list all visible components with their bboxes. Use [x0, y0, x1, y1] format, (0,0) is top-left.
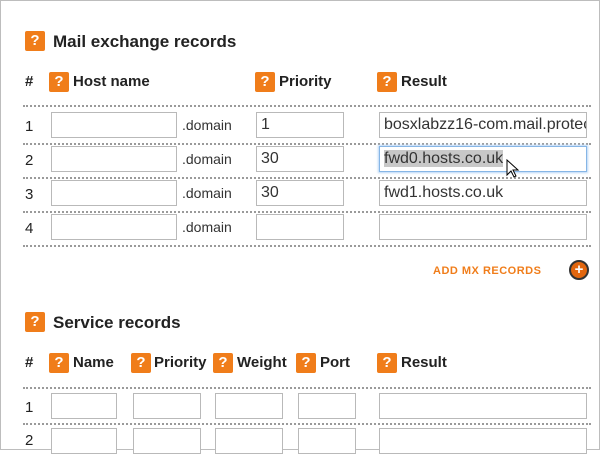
mx-priority-input[interactable]	[256, 214, 344, 240]
srv-priority-input[interactable]	[133, 428, 201, 454]
mx-priority-input[interactable]: 30	[256, 146, 344, 172]
srv-row-number: 2	[25, 432, 34, 449]
mx-host-input[interactable]	[51, 146, 177, 172]
mx-header-priority: Priority	[279, 73, 332, 90]
mx-result-input[interactable]	[379, 214, 587, 240]
srv-port-input[interactable]	[298, 428, 356, 454]
row-divider	[23, 143, 591, 145]
mx-result-input[interactable]: fwd1.hosts.co.uk	[379, 180, 587, 206]
row-divider	[23, 245, 591, 247]
row-divider	[23, 387, 591, 389]
srv-name-input[interactable]	[51, 393, 117, 419]
srv-weight-input[interactable]	[215, 428, 283, 454]
help-icon[interactable]: ?	[25, 31, 45, 51]
help-icon[interactable]: ?	[255, 72, 275, 92]
mx-host-input[interactable]	[51, 214, 177, 240]
mx-host-input[interactable]	[51, 112, 177, 138]
srv-header-priority: Priority	[154, 354, 207, 371]
srv-header-port: Port	[320, 354, 350, 371]
mx-header-num: #	[25, 73, 34, 90]
srv-header-result: Result	[401, 354, 447, 371]
help-icon[interactable]: ?	[377, 72, 397, 92]
mx-row-number: 1	[25, 118, 34, 135]
row-divider	[23, 423, 591, 425]
mx-header-host: Host name	[73, 73, 150, 90]
help-icon[interactable]: ?	[377, 353, 397, 373]
srv-header-name: Name	[73, 354, 114, 371]
mx-row-number: 4	[25, 220, 34, 237]
help-icon[interactable]: ?	[49, 72, 69, 92]
row-divider	[23, 211, 591, 213]
mx-section-title: Mail exchange records	[53, 32, 237, 51]
mx-priority-input[interactable]: 30	[256, 180, 344, 206]
srv-priority-input[interactable]	[133, 393, 201, 419]
add-circle-icon[interactable]: +	[569, 260, 589, 280]
srv-section-title: Service records	[53, 313, 181, 332]
add-mx-records-link[interactable]: ADD MX RECORDS	[433, 265, 541, 277]
page-frame: ? Mail exchange records # ? Host name ? …	[0, 0, 600, 454]
srv-header-num: #	[25, 354, 34, 371]
mouse-pointer-icon	[506, 159, 520, 178]
srv-result-input[interactable]	[379, 428, 587, 454]
srv-result-input[interactable]	[379, 393, 587, 419]
mx-header-result: Result	[401, 73, 447, 90]
help-icon[interactable]: ?	[296, 353, 316, 373]
mx-row-number: 3	[25, 186, 34, 203]
srv-name-input[interactable]	[51, 428, 117, 454]
domain-suffix: .domain	[182, 117, 232, 133]
mx-result-input-focused[interactable]: fwd0.hosts.co.uk	[379, 146, 587, 172]
help-icon[interactable]: ?	[49, 353, 69, 373]
domain-suffix: .domain	[182, 185, 232, 201]
mx-result-input[interactable]: bosxlabzz16-com.mail.protection.outlook.…	[379, 112, 587, 138]
selected-text: fwd0.hosts.co.uk	[384, 150, 504, 167]
row-divider	[23, 105, 591, 107]
srv-port-input[interactable]	[298, 393, 356, 419]
srv-weight-input[interactable]	[215, 393, 283, 419]
mx-row-number: 2	[25, 152, 34, 169]
domain-suffix: .domain	[182, 151, 232, 167]
srv-header-weight: Weight	[237, 354, 287, 371]
mx-host-input[interactable]	[51, 180, 177, 206]
domain-suffix: .domain	[182, 219, 232, 235]
mx-priority-input[interactable]: 1	[256, 112, 344, 138]
help-icon[interactable]: ?	[25, 312, 45, 332]
help-icon[interactable]: ?	[131, 353, 151, 373]
help-icon[interactable]: ?	[213, 353, 233, 373]
srv-row-number: 1	[25, 399, 34, 416]
